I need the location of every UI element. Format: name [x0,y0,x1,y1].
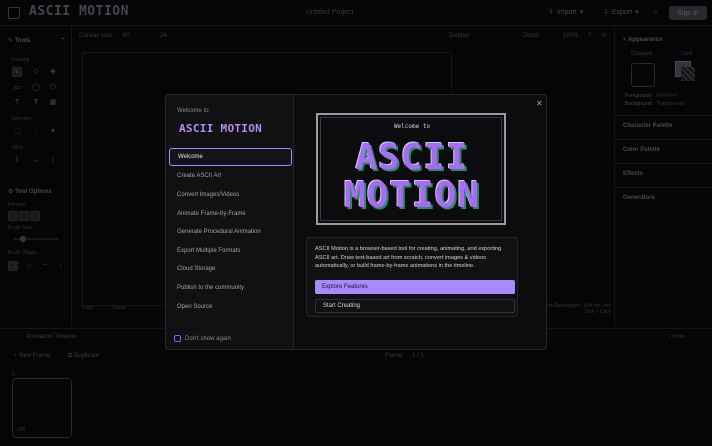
description-card: ASCII Motion is a browser-based tool for… [306,237,518,317]
modal-logo: ASCII MOTION [179,122,263,135]
menu-item-cloud[interactable]: Cloud Storage [169,260,292,278]
menu-item-publish[interactable]: Publish to the community [169,279,292,297]
close-icon[interactable]: ✕ [536,99,543,108]
dont-show-checkbox[interactable] [174,335,181,342]
dont-show-again[interactable]: Don't show again [174,335,231,342]
welcome-dialog: Welcome to ASCII MOTION Welcome Create A… [165,94,547,350]
hero-banner: Welcome to ASCII MOTION [316,113,506,225]
hero-title-line1: ASCII [355,137,469,178]
description-text: ASCII Motion is a browser-based tool for… [315,246,502,270]
explore-features-button[interactable]: Explore Features [315,280,515,294]
menu-item-welcome[interactable]: Welcome [169,148,292,166]
hero-welcome-text: Welcome to [393,123,431,130]
menu-item-create[interactable]: Create ASCII Art [169,167,292,185]
welcome-to-label: Welcome to [177,108,209,114]
welcome-sidebar: Welcome to ASCII MOTION Welcome Create A… [166,95,294,349]
menu-item-open-source[interactable]: Open Source [169,298,292,316]
menu-item-generate[interactable]: Generate Procedural Animation [169,223,292,241]
menu-item-export[interactable]: Export Multiple Formats [169,242,292,260]
start-creating-button[interactable]: Start Creating [315,299,515,313]
hero-title-line2: MOTION [343,175,481,216]
menu-item-convert[interactable]: Convert Images/Videos [169,186,292,204]
menu-item-animate[interactable]: Animate Frame-by-Frame [169,205,292,223]
